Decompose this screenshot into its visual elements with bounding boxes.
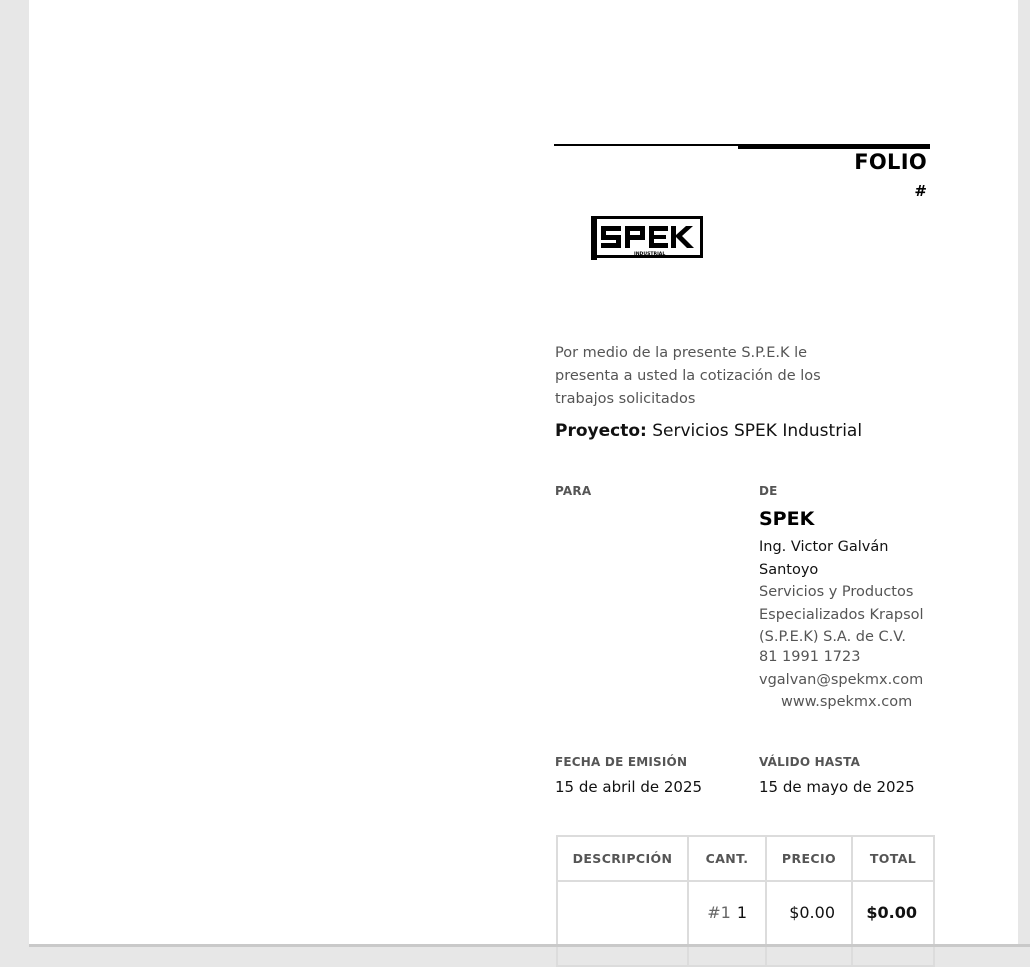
table-header-row: DESCRIPCIÓN CANT. PRECIO TOTAL (556, 835, 935, 882)
cell-total: $0.00 (851, 880, 935, 967)
row-index: #1 (707, 903, 731, 922)
from-website: www.spekmx.com (781, 694, 913, 710)
cell-description (556, 880, 689, 967)
project-label: Proyecto: (555, 421, 647, 441)
cell-quantity: #1 1 (687, 880, 767, 967)
header-price: PRECIO (765, 835, 853, 882)
header-rule-thick (738, 144, 930, 149)
intro-text: Por medio de la presente S.P.E.K le pres… (555, 345, 821, 407)
header-rule-thin (554, 144, 739, 146)
project-line: Proyecto: Servicios SPEK Industrial (555, 421, 862, 441)
project-value: Servicios SPEK Industrial (652, 421, 863, 441)
from-contact: Ing. Victor Galván Santoyo (759, 539, 889, 578)
from-label: DE (759, 484, 778, 498)
quantity-value: 1 (736, 903, 747, 922)
issue-date-label: FECHA DE EMISIÓN (555, 755, 688, 769)
valid-date-label: VÁLIDO HASTA (759, 755, 861, 769)
items-table: DESCRIPCIÓN CANT. PRECIO TOTAL #1 1 $0.00… (556, 835, 935, 967)
from-phone: 81 1991 1723 (759, 649, 861, 665)
from-email: vgalvan@spekmx.com (759, 672, 924, 688)
from-company: Servicios y Productos Especializados Kra… (759, 584, 924, 645)
document-page: FOLIO # INDUSTRIAL Por medio de la prese… (29, 0, 1018, 967)
valid-date-value: 15 de mayo de 2025 (759, 778, 915, 796)
header-quantity: CANT. (687, 835, 767, 882)
from-name: SPEK (759, 508, 815, 530)
folio-number: # (914, 182, 927, 200)
to-label: PARA (555, 484, 592, 498)
folio-title: FOLIO (854, 150, 927, 174)
logo-subtext: INDUSTRIAL (634, 251, 665, 257)
document-viewer: FOLIO # INDUSTRIAL Por medio de la prese… (0, 0, 1030, 967)
spek-logo: INDUSTRIAL (591, 216, 703, 260)
table-row: #1 1 $0.00 $0.00 (556, 880, 935, 967)
header-description: DESCRIPCIÓN (556, 835, 689, 882)
header-total: TOTAL (851, 835, 935, 882)
issue-date-value: 15 de abril de 2025 (555, 778, 703, 796)
cell-price: $0.00 (765, 880, 853, 967)
